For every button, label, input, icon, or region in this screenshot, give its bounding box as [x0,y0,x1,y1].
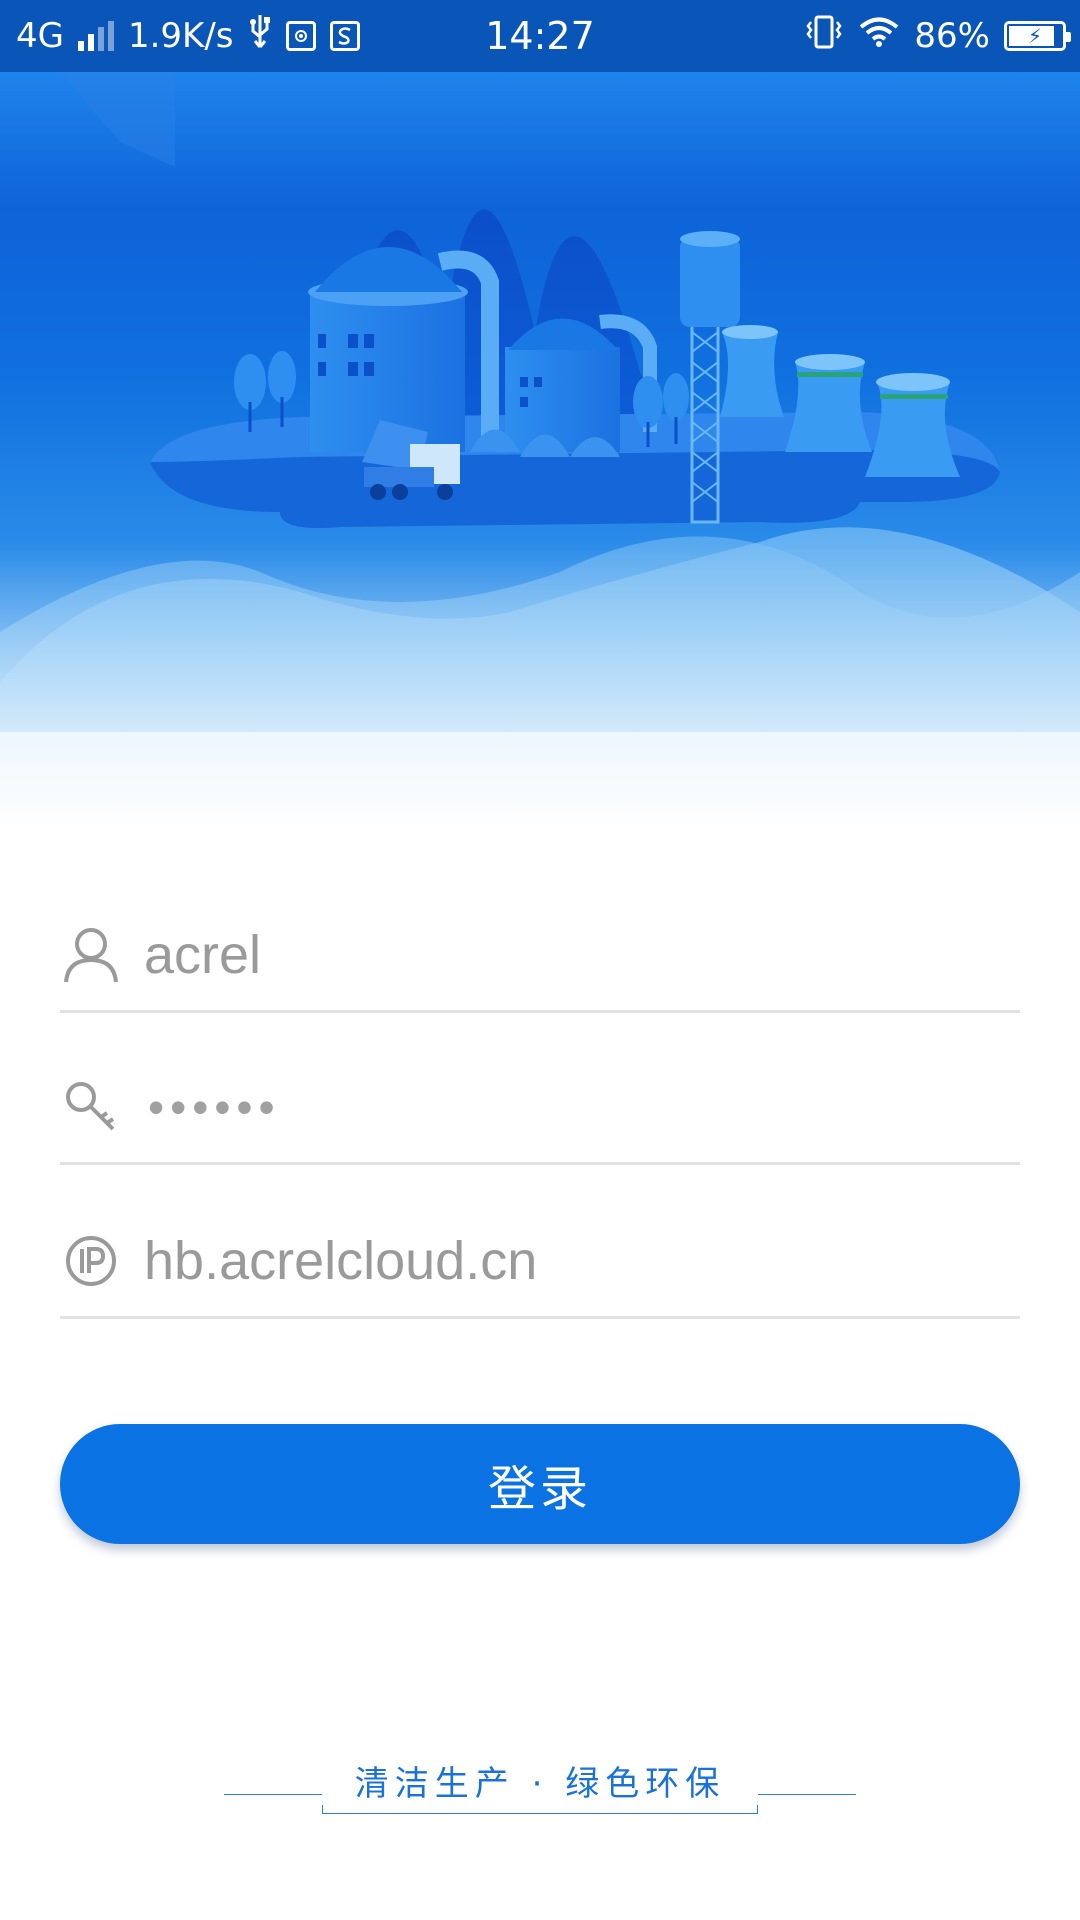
ip-icon [60,1230,122,1292]
slogan-right-line [758,1794,856,1795]
username-input[interactable]: acrel [144,924,261,986]
slogan-text: 清洁生产 · 绿色环保 [322,1756,758,1805]
key-icon [60,1076,122,1138]
status-bar: 4G 1.9K/s 14:27 86% ⚡ [0,0,1080,72]
password-input[interactable]: •••••• [148,1080,281,1134]
login-button[interactable]: 登录 [60,1424,1020,1544]
wifi-icon [858,16,900,57]
password-field[interactable]: •••••• [60,1052,1020,1165]
server-input[interactable]: hb.acrelcloud.cn [144,1230,537,1292]
user-icon [60,924,122,986]
vibrate-icon [804,14,844,59]
status-right: 86% ⚡ [804,0,1071,72]
server-field[interactable]: hb.acrelcloud.cn [60,1206,1020,1319]
factory-illustration [0,72,1080,832]
charging-bolt-icon: ⚡ [1027,24,1043,48]
hero-banner [0,72,1080,832]
battery-percent: 86% [914,16,990,56]
slogan: 清洁生产 · 绿色环保 [224,1756,856,1816]
slogan-left-line [224,1794,322,1795]
battery-icon: ⚡ [1004,21,1071,51]
username-field[interactable]: acrel [60,900,1020,1013]
